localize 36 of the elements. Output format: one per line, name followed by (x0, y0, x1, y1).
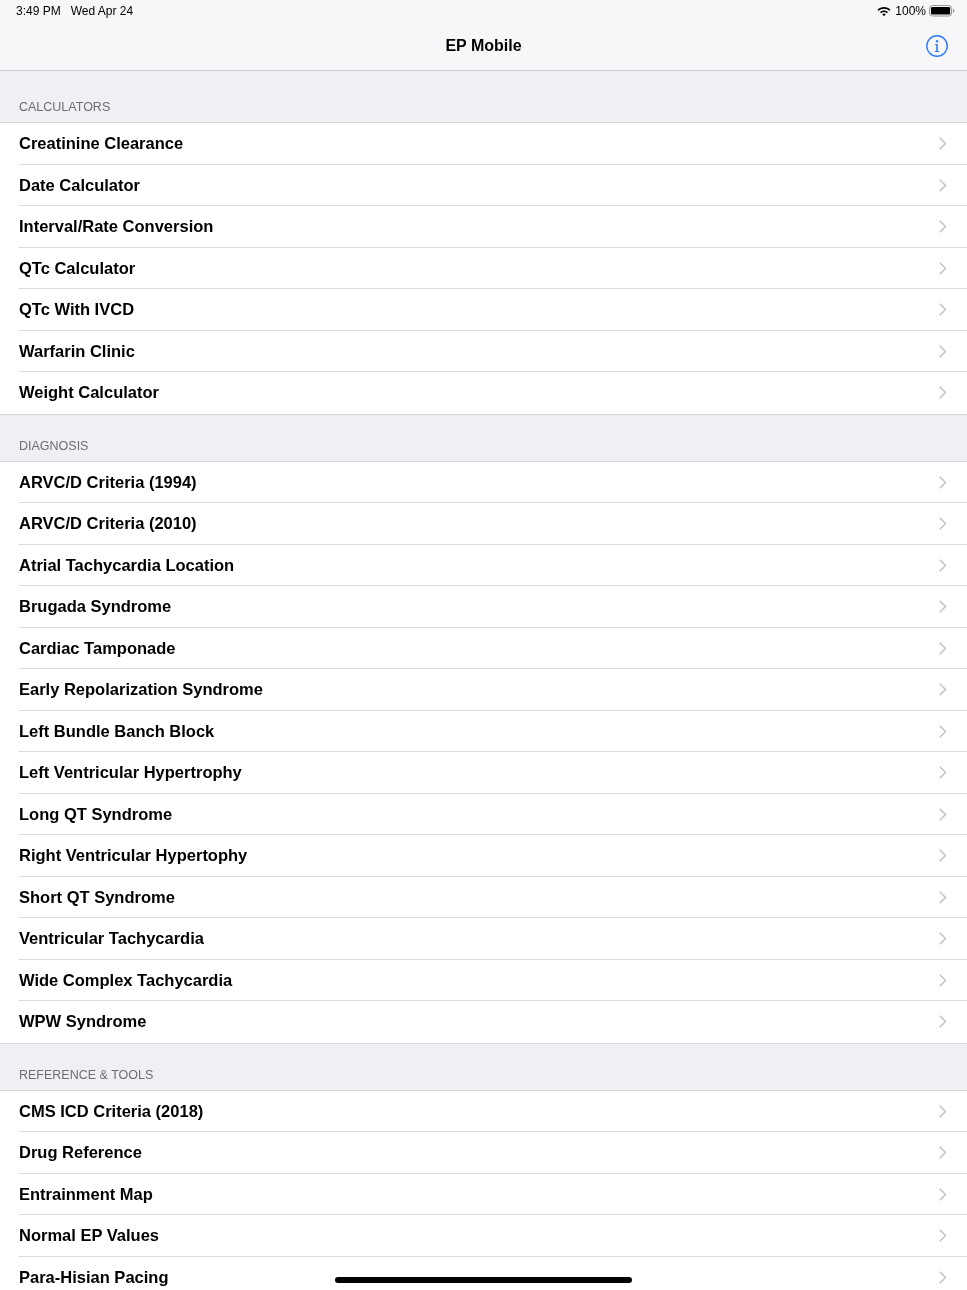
chevron-right-icon (939, 1187, 947, 1201)
section-header: REFERENCE & TOOLS (19, 1067, 154, 1083)
chevron-right-icon (939, 517, 947, 531)
chevron-right-icon (939, 558, 947, 572)
nav-title: EP Mobile (445, 36, 522, 55)
chevron-right-icon (939, 261, 947, 275)
wifi-icon (877, 5, 892, 17)
chevron-right-icon (939, 220, 947, 234)
chevron-right-icon (939, 849, 947, 863)
chevron-right-icon (939, 475, 947, 489)
chevron-right-icon (939, 303, 947, 317)
chevron-right-icon (939, 344, 947, 358)
section-header: CALCULATORS (19, 100, 111, 115)
chevron-right-icon (939, 683, 947, 697)
chevron-right-icon (939, 386, 947, 400)
chevron-right-icon (939, 890, 947, 904)
chevron-right-icon (939, 973, 947, 987)
chevron-right-icon (939, 1015, 947, 1029)
chevron-right-icon (939, 807, 947, 821)
chevron-right-icon (939, 1146, 947, 1160)
chevron-right-icon (939, 1229, 947, 1243)
battery-icon (929, 5, 955, 17)
chevron-right-icon (939, 600, 947, 614)
chevron-right-icon (939, 1270, 947, 1284)
battery-percent: 100% (895, 4, 926, 18)
section-header: DIAGNOSIS (19, 438, 89, 454)
chevron-right-icon (939, 932, 947, 946)
info-icon[interactable] (926, 35, 948, 57)
status-date: Wed Apr 24 (70, 4, 134, 18)
chevron-right-icon (939, 1104, 947, 1118)
chevron-right-icon (939, 178, 947, 192)
status-time: 3:49 PM (16, 4, 61, 18)
chevron-right-icon (939, 724, 947, 738)
chevron-right-icon (939, 137, 947, 151)
chevron-right-icon (939, 641, 947, 655)
chevron-right-icon (939, 766, 947, 780)
